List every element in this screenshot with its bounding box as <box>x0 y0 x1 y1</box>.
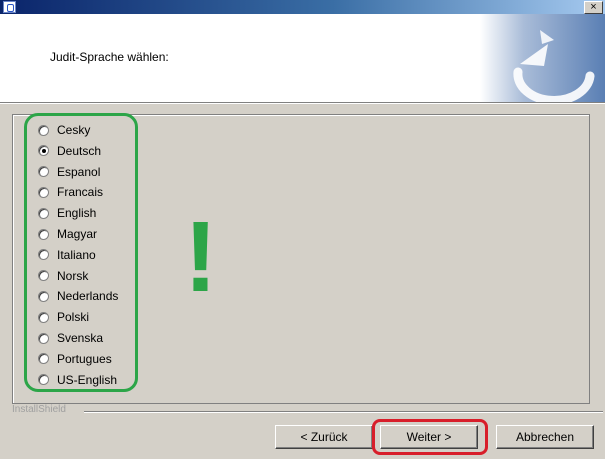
highlight-outline-red <box>372 419 488 455</box>
close-button[interactable]: × <box>584 1 603 14</box>
page-title: Judit-Sprache wählen: <box>50 50 169 64</box>
back-button[interactable]: < Zurück <box>275 425 373 449</box>
exclamation-annotation: ! <box>184 201 218 313</box>
highlight-outline-green <box>24 113 138 392</box>
installer-app-icon <box>3 1 16 13</box>
setup-logo-icon <box>480 14 605 102</box>
cancel-button[interactable]: Abbrechen <box>496 425 594 449</box>
header-divider <box>0 102 605 104</box>
title-bar[interactable]: × <box>0 0 605 14</box>
footer-divider <box>84 411 603 413</box>
installer-window: × Judit-Sprache wählen: Cesky Deutsch Espa… <box>0 0 605 459</box>
installshield-label: InstallShield <box>12 404 66 415</box>
